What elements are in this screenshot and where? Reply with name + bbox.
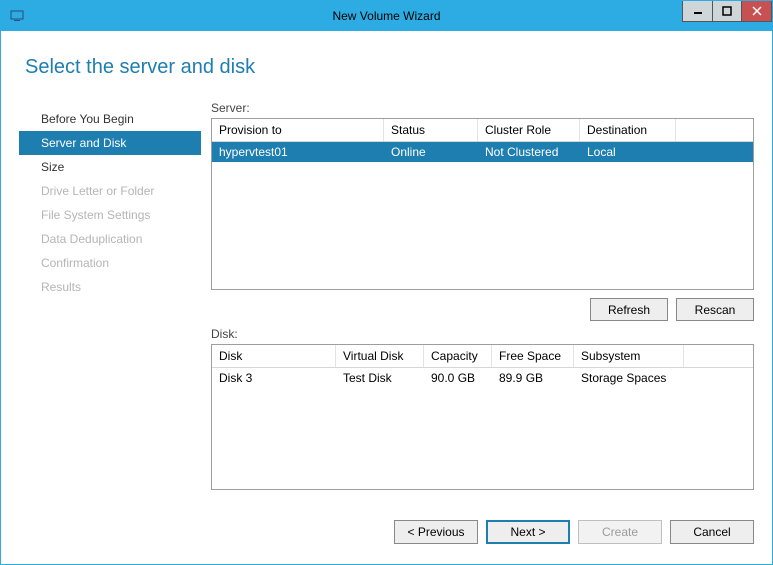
nav-file-system: File System Settings	[19, 203, 201, 227]
col-spacer	[676, 119, 753, 141]
col-cluster[interactable]: Cluster Role	[478, 119, 580, 141]
wizard-footer: < Previous Next > Create Cancel	[394, 520, 754, 544]
disk-grid-header: Disk Virtual Disk Capacity Free Space Su…	[212, 345, 753, 368]
cell-status: Online	[384, 145, 478, 159]
main-layout: Before You Begin Server and Disk Size Dr…	[19, 101, 754, 501]
col-status[interactable]: Status	[384, 119, 478, 141]
window-title: New Volume Wizard	[1, 9, 772, 23]
wizard-window: New Volume Wizard Select the server and …	[0, 0, 773, 565]
next-button[interactable]: Next >	[486, 520, 570, 544]
cell-cluster: Not Clustered	[478, 145, 580, 159]
cell-destination: Local	[580, 145, 676, 159]
nav-size[interactable]: Size	[19, 155, 201, 179]
nav-drive-letter: Drive Letter or Folder	[19, 179, 201, 203]
col-subsystem[interactable]: Subsystem	[574, 345, 684, 367]
server-grid[interactable]: Provision to Status Cluster Role Destina…	[211, 118, 754, 290]
maximize-button[interactable]	[712, 1, 742, 22]
col-virtual[interactable]: Virtual Disk	[336, 345, 424, 367]
col-provision[interactable]: Provision to	[212, 119, 384, 141]
cell-free: 89.9 GB	[492, 371, 574, 385]
disk-row[interactable]: Disk 3 Test Disk 90.0 GB 89.9 GB Storage…	[212, 368, 753, 388]
col-destination[interactable]: Destination	[580, 119, 676, 141]
previous-button[interactable]: < Previous	[394, 520, 478, 544]
col-spacer	[684, 345, 753, 367]
cell-capacity: 90.0 GB	[424, 371, 492, 385]
content-panel: Server: Provision to Status Cluster Role…	[201, 101, 754, 501]
create-button: Create	[578, 520, 662, 544]
wizard-body: Select the server and disk Before You Be…	[19, 46, 754, 552]
titlebar: New Volume Wizard	[1, 1, 772, 31]
rescan-button[interactable]: Rescan	[676, 298, 754, 321]
refresh-button[interactable]: Refresh	[590, 298, 668, 321]
col-free[interactable]: Free Space	[492, 345, 574, 367]
close-button[interactable]	[742, 1, 772, 22]
nav-server-and-disk[interactable]: Server and Disk	[19, 131, 201, 155]
nav-before-you-begin[interactable]: Before You Begin	[19, 107, 201, 131]
nav-dedup: Data Deduplication	[19, 227, 201, 251]
window-controls	[682, 1, 772, 22]
cell-virtual: Test Disk	[336, 371, 424, 385]
col-capacity[interactable]: Capacity	[424, 345, 492, 367]
cell-subsystem: Storage Spaces	[574, 371, 684, 385]
server-grid-header: Provision to Status Cluster Role Destina…	[212, 119, 753, 142]
disk-label: Disk:	[211, 327, 754, 341]
server-actions: Refresh Rescan	[211, 298, 754, 321]
page-heading: Select the server and disk	[25, 56, 754, 79]
nav-results: Results	[19, 275, 201, 299]
nav-confirmation: Confirmation	[19, 251, 201, 275]
server-row[interactable]: hypervtest01 Online Not Clustered Local	[212, 142, 753, 162]
server-label: Server:	[211, 101, 754, 115]
app-icon	[9, 8, 25, 24]
col-disk[interactable]: Disk	[212, 345, 336, 367]
cell-disk: Disk 3	[212, 371, 336, 385]
cancel-button[interactable]: Cancel	[670, 520, 754, 544]
disk-grid[interactable]: Disk Virtual Disk Capacity Free Space Su…	[211, 344, 754, 490]
minimize-button[interactable]	[682, 1, 712, 22]
wizard-nav: Before You Begin Server and Disk Size Dr…	[19, 101, 201, 501]
cell-provision: hypervtest01	[212, 145, 384, 159]
